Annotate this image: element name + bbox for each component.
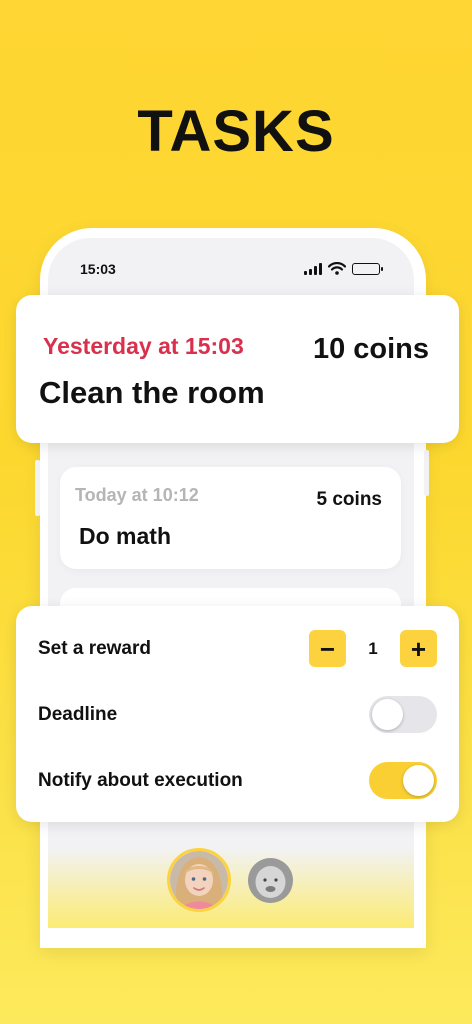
task-settings-panel: Set a reward − 1 + Deadline Notify about… <box>16 606 459 822</box>
reward-label: Set a reward <box>38 637 151 659</box>
task-reward: 10 coins <box>312 333 429 365</box>
toggle-knob <box>372 699 403 730</box>
task-card[interactable]: Today at 10:12 5 coins Do math <box>60 467 401 569</box>
baby-avatar-image <box>248 858 293 903</box>
screen-bottom-fade <box>48 848 414 928</box>
task-card-overdue[interactable]: Yesterday at 15:03 10 coins Clean the ro… <box>16 295 459 443</box>
baby-avatar[interactable] <box>248 858 293 903</box>
phone-power-button <box>424 450 429 496</box>
girl-avatar[interactable] <box>167 848 231 912</box>
wifi-icon <box>328 262 346 275</box>
notify-label: Notify about execution <box>38 769 243 791</box>
battery-icon <box>352 262 383 275</box>
reward-stepper: − 1 + <box>309 630 437 667</box>
page-headline: TASKS <box>137 99 335 164</box>
status-bar-time: 15:03 <box>80 261 116 277</box>
toggle-knob <box>403 765 434 796</box>
status-bar-icons <box>304 262 383 275</box>
reward-value: 1 <box>368 638 378 658</box>
girl-avatar-image <box>170 851 228 909</box>
cellular-signal-icon <box>304 262 322 275</box>
task-date-overdue: Yesterday at 15:03 <box>43 333 244 359</box>
deadline-toggle[interactable] <box>369 696 437 733</box>
deadline-row: Deadline <box>38 696 437 733</box>
deadline-label: Deadline <box>38 703 118 725</box>
increment-button[interactable]: + <box>400 630 437 667</box>
task-title: Clean the room <box>39 375 265 410</box>
task-title: Do math <box>79 523 171 549</box>
decrement-button[interactable]: − <box>309 630 346 667</box>
notify-row: Notify about execution <box>38 762 437 799</box>
notify-toggle[interactable] <box>369 762 437 799</box>
reward-row: Set a reward − 1 + <box>38 630 437 667</box>
phone-side-button <box>35 460 40 516</box>
task-date: Today at 10:12 <box>75 485 199 505</box>
task-reward: 5 coins <box>316 489 382 510</box>
